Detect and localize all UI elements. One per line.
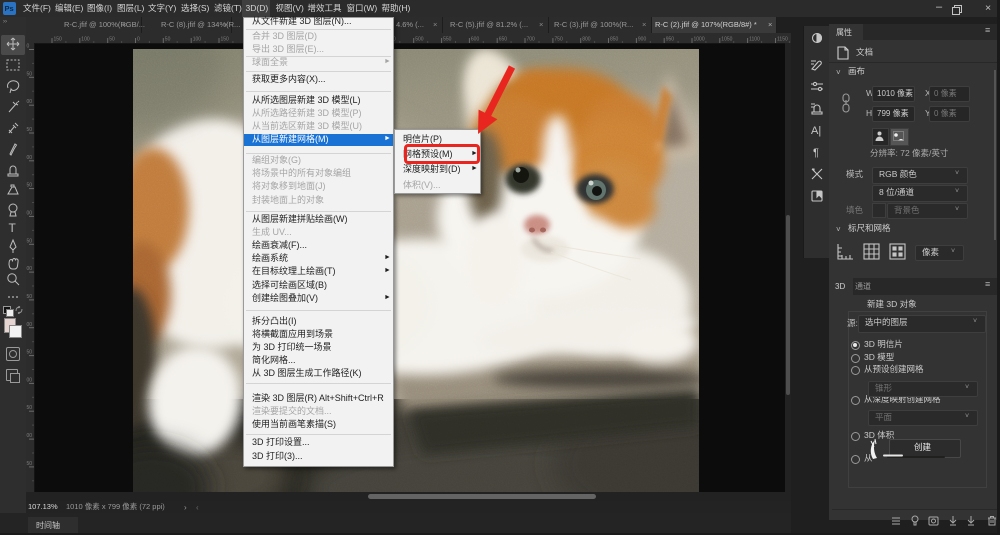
svg-text:1050: 1050 — [721, 37, 732, 43]
svg-text:50: 50 — [27, 350, 33, 356]
svg-text:650: 650 — [499, 37, 508, 43]
svg-text:00: 00 — [27, 377, 33, 383]
svg-text:00: 00 — [27, 155, 33, 161]
svg-text:0: 0 — [27, 44, 30, 50]
svg-text:800: 800 — [582, 37, 591, 43]
svg-text:50: 50 — [27, 127, 33, 133]
svg-text:1150: 1150 — [777, 37, 788, 43]
svg-text:600: 600 — [471, 37, 480, 43]
svg-text:¶: ¶ — [813, 147, 819, 159]
svg-text:00: 00 — [27, 210, 33, 216]
svg-text:150: 150 — [54, 37, 63, 43]
svg-text:1100: 1100 — [749, 37, 760, 43]
svg-text:150: 150 — [221, 37, 230, 43]
svg-text:550: 550 — [443, 37, 452, 43]
svg-text:100: 100 — [81, 37, 90, 43]
svg-text:A|: A| — [811, 125, 821, 137]
svg-text:50: 50 — [165, 37, 171, 43]
svg-text:850: 850 — [610, 37, 619, 43]
svg-text:100: 100 — [193, 37, 202, 43]
svg-text:00: 00 — [27, 99, 33, 105]
svg-text:50: 50 — [27, 461, 33, 467]
svg-text:00: 00 — [27, 433, 33, 439]
svg-text:T: T — [9, 221, 17, 235]
svg-text:500: 500 — [415, 37, 424, 43]
svg-text:750: 750 — [554, 37, 563, 43]
svg-text:50: 50 — [27, 294, 33, 300]
svg-text:900: 900 — [638, 37, 647, 43]
svg-text:0: 0 — [137, 37, 140, 43]
svg-text:00: 00 — [27, 322, 33, 328]
svg-text:50: 50 — [27, 238, 33, 244]
svg-text:00: 00 — [27, 266, 33, 272]
svg-text:50: 50 — [27, 71, 33, 77]
svg-text:1000: 1000 — [694, 37, 705, 43]
svg-text:700: 700 — [527, 37, 536, 43]
svg-text:50: 50 — [109, 37, 115, 43]
svg-text:950: 950 — [666, 37, 675, 43]
svg-text:50: 50 — [27, 183, 33, 189]
svg-text:50: 50 — [27, 405, 33, 411]
